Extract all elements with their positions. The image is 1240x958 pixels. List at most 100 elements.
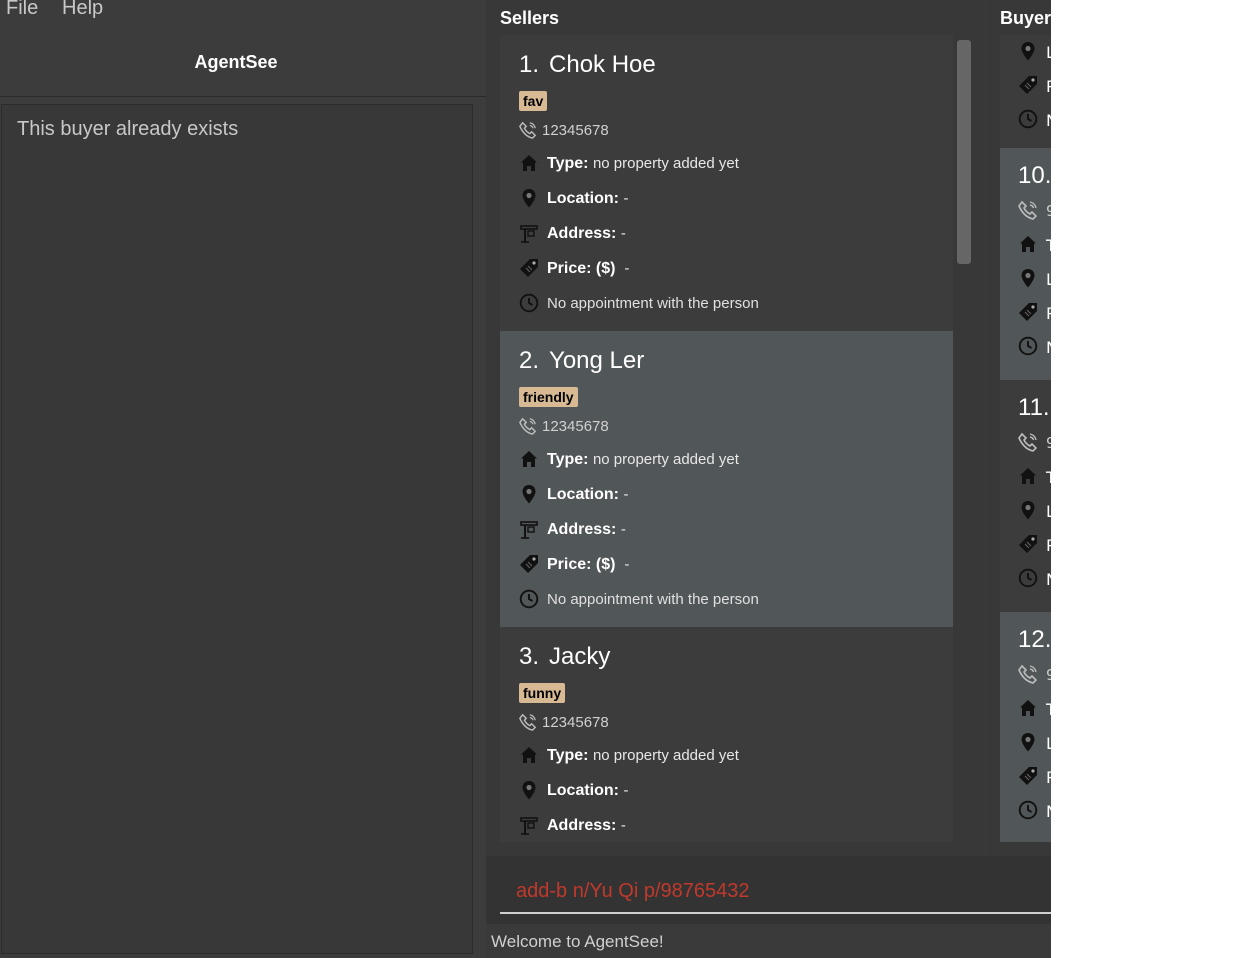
location-pin-icon (1018, 268, 1038, 288)
location-row: L (1018, 35, 1051, 69)
address-label: Address: (547, 225, 617, 242)
location-label: Location: (547, 486, 619, 503)
location-pin-icon (519, 188, 539, 208)
location-pin-icon (1018, 732, 1038, 752)
location-pin-icon (519, 484, 539, 504)
address-row: Address: - (519, 513, 953, 548)
price-tag-icon (1018, 766, 1038, 786)
type-row: T (1018, 460, 1051, 494)
tag-badge: fav (519, 91, 548, 111)
buyer-card[interactable]: 10. 9 T L P N (1000, 148, 1051, 380)
location-pin-icon (1018, 41, 1038, 61)
buyer-index: 11. (1018, 394, 1050, 421)
phone-row: 9 (1018, 194, 1051, 228)
location-label: Location: (547, 190, 619, 207)
address-label: Address: (547, 817, 617, 834)
buyers-list[interactable]: L P N 10. 9 T L P N 11. 9 T L P N 12. (1000, 35, 1051, 842)
location-value: - (623, 486, 629, 503)
price-label: Price: ($) (547, 260, 616, 277)
buyer-card[interactable]: 11. 9 T L P N (1000, 380, 1051, 612)
sellers-scrollbar[interactable] (957, 40, 971, 264)
location-pin-icon (1018, 500, 1038, 520)
clock-icon (519, 293, 539, 313)
type-label: Type: (547, 747, 589, 764)
price-row: P (1018, 528, 1051, 562)
home-icon (519, 745, 539, 765)
signpost-icon (519, 815, 539, 835)
type-row: Type: no property added yet (519, 739, 953, 774)
appointment-row: N (1018, 103, 1051, 137)
price-row: P (1018, 760, 1051, 794)
price-label: Price: ($) (547, 556, 616, 573)
seller-card[interactable]: 2. Yong Ler friendly 12345678 Type: no pr… (500, 331, 953, 627)
command-input[interactable] (500, 870, 1051, 914)
type-value: no property added yet (592, 747, 739, 764)
type-label: Type: (547, 155, 589, 172)
phone-row: 9 (1018, 426, 1051, 460)
buyer-index: 10. (1018, 162, 1051, 189)
result-message: This buyer already exists (17, 118, 239, 140)
location-row: L (1018, 494, 1051, 528)
location-row: Location: - (519, 774, 953, 809)
price-tag-icon (1018, 534, 1038, 554)
appointment-row: N (1018, 562, 1051, 596)
app-title: AgentSee (194, 52, 278, 72)
address-row: Address: - (519, 217, 953, 252)
appointment-row: No appointment with the person (519, 583, 953, 618)
appointment-text: No appointment with the person (547, 295, 759, 312)
type-row: T (1018, 228, 1051, 262)
clock-icon (1018, 568, 1038, 588)
type-value: no property added yet (592, 155, 739, 172)
address-row: Address: - (519, 809, 953, 842)
home-icon (519, 449, 539, 469)
result-display: This buyer already exists (1, 104, 473, 954)
appointment-row: No appointment with the person (519, 287, 953, 322)
clock-icon (1018, 336, 1038, 356)
menu-file[interactable]: File (6, 0, 38, 20)
status-bar: Welcome to AgentSee! (486, 924, 1051, 958)
price-row: P (1018, 69, 1051, 103)
phone-icon (1018, 432, 1038, 452)
phone-icon (519, 121, 537, 139)
signpost-icon (519, 223, 539, 243)
home-icon (1018, 466, 1038, 486)
seller-card[interactable]: 3. Jacky funny 12345678 Type: no property… (500, 627, 953, 842)
price-row: P (1018, 296, 1051, 330)
type-value: no property added yet (592, 451, 739, 468)
location-row: Location: - (519, 478, 953, 513)
sellers-title: Sellers (500, 8, 560, 28)
price-row: Price: ($) - (519, 252, 953, 287)
phone-number: 12345678 (542, 714, 609, 731)
phone-row: 12345678 (519, 411, 953, 443)
tag-badge: friendly (519, 387, 578, 407)
tag-badge: funny (519, 683, 566, 703)
phone-icon (519, 713, 537, 731)
phone-icon (519, 417, 537, 435)
type-label: Type: (547, 451, 589, 468)
buyer-card[interactable]: L P N (1000, 35, 1051, 148)
phone-number: 12345678 (542, 418, 609, 435)
location-value: - (623, 190, 629, 207)
command-box (486, 856, 1051, 924)
appointment-row: N (1018, 330, 1051, 364)
clock-icon (519, 589, 539, 609)
phone-icon (1018, 200, 1038, 220)
phone-row: 12345678 (519, 707, 953, 739)
buyer-card[interactable]: 12. 9 T L P N (1000, 612, 1051, 842)
menu-bar: File Help (0, 0, 486, 26)
location-label: Location: (547, 782, 619, 799)
seller-card[interactable]: 1. Chok Hoe fav 12345678 Type: no propert… (500, 35, 953, 331)
phone-row: 12345678 (519, 115, 953, 147)
menu-help[interactable]: Help (62, 0, 103, 20)
phone-icon (1018, 664, 1038, 684)
type-row: Type: no property added yet (519, 147, 953, 182)
price-tag-icon (519, 258, 539, 278)
location-row: L (1018, 262, 1051, 296)
location-pin-icon (519, 780, 539, 800)
sellers-list[interactable]: 1. Chok Hoe fav 12345678 Type: no propert… (500, 35, 953, 842)
address-value: - (620, 817, 626, 834)
clock-icon (1018, 800, 1038, 820)
seller-name: 1. Chok Hoe (519, 51, 656, 78)
price-tag-icon (519, 554, 539, 574)
status-text: Welcome to AgentSee! (491, 932, 664, 951)
